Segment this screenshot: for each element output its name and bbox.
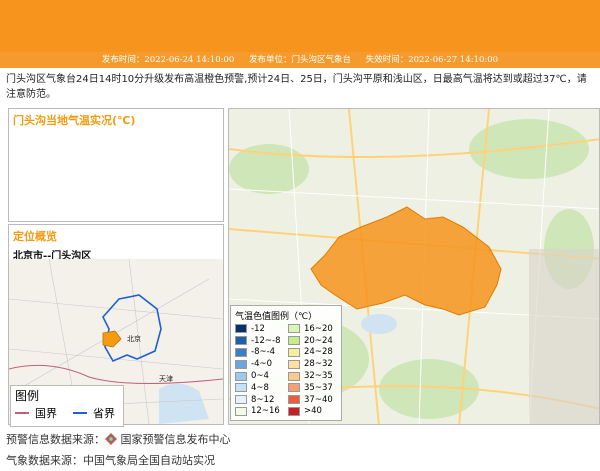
urban-area <box>529 249 599 424</box>
temperature-legend-title: 气温色值图例（℃） <box>235 312 318 322</box>
reservoir <box>361 314 397 334</box>
legend-item: -12 <box>235 323 284 335</box>
legend-swatch <box>288 347 300 357</box>
legend-item: 8~12 <box>235 394 284 406</box>
country-border-swatch <box>15 412 29 414</box>
legend-swatch <box>235 359 247 369</box>
locator-legend-title: 图例 <box>15 389 40 403</box>
legend-swatch <box>288 324 300 334</box>
legend-label: 8~12 <box>251 394 275 405</box>
legend-item: -8~-4 <box>235 347 284 359</box>
warning-source-line: 预警信息数据来源： 国家预警信息发布中心 <box>6 431 231 447</box>
legend-item: 0~4 <box>235 370 284 382</box>
location-panel-title: 定位概览 <box>13 230 57 243</box>
legend-label: 4~8 <box>251 382 269 393</box>
legend-swatch <box>288 406 300 416</box>
warning-meta-bar: 发布时间：2022-06-24 14:10:00 发布单位：门头沟区气象台 失效… <box>0 52 600 68</box>
legend-label: -8~-4 <box>251 347 276 358</box>
legend-label: 35~37 <box>304 382 333 393</box>
warning-banner <box>0 0 600 52</box>
legend-label: 16~20 <box>304 323 333 334</box>
legend-swatch <box>235 336 247 346</box>
temperature-legend-grid: -12 16~20 -12~-8 20~24 -8~-4 24~28 -4~0 28~32 0~… <box>231 323 341 417</box>
legend-item: 4~8 <box>235 382 284 394</box>
legend-swatch <box>235 371 247 381</box>
legend-swatch <box>288 336 300 346</box>
legend-item: 12~16 <box>235 406 284 418</box>
legend-label: -12~-8 <box>251 335 281 346</box>
publish-time: 发布时间：2022-06-24 14:10:00 <box>101 55 235 65</box>
legend-item: 32~35 <box>288 370 337 382</box>
locator-legend: 图例 国界 省界 <box>10 385 124 427</box>
legend-label: -12 <box>251 323 265 334</box>
warning-center-logo-icon <box>105 433 117 445</box>
legend-item: 37~40 <box>288 394 337 406</box>
legend-item: 35~37 <box>288 382 337 394</box>
legend-label: 12~16 <box>251 406 280 417</box>
warning-description: 门头沟区气象台24日14时10分升级发布高温橙色预警,预计24日、25日，门头沟… <box>6 74 587 100</box>
legend-swatch <box>235 406 247 416</box>
legend-swatch <box>235 324 247 334</box>
legend-item: -4~0 <box>235 358 284 370</box>
warning-source-org[interactable]: 国家预警信息发布中心 <box>121 433 231 446</box>
legend-item: -12~-8 <box>235 335 284 347</box>
legend-label: 37~40 <box>304 394 333 405</box>
legend-label: 20~24 <box>304 335 333 346</box>
legend-swatch <box>235 383 247 393</box>
province-border-swatch <box>73 412 87 414</box>
beijing-label: 北京 <box>127 334 141 343</box>
legend-item: 20~24 <box>288 335 337 347</box>
temperature-panel-title: 门头沟当地气温实况(℃) <box>13 114 136 127</box>
legend-swatch <box>288 395 300 405</box>
legend-swatch <box>235 395 247 405</box>
legend-swatch <box>288 359 300 369</box>
legend-label: >40 <box>304 406 322 417</box>
legend-label: 0~4 <box>251 371 269 382</box>
weather-source-line: 气象数据来源：中国气象局全国自动站实况 <box>6 454 215 467</box>
legend-item: 28~32 <box>288 358 337 370</box>
publisher: 发布单位：门头沟区气象台 <box>248 55 351 65</box>
legend-label: 24~28 <box>304 347 333 358</box>
province-border-label: 省界 <box>93 407 115 420</box>
country-border-label: 国界 <box>35 407 57 420</box>
legend-item: 16~20 <box>288 323 337 335</box>
temperature-panel: 门头沟当地气温实况(℃) <box>8 108 224 222</box>
legend-swatch <box>288 383 300 393</box>
legend-label: 28~32 <box>304 359 333 370</box>
legend-item: 24~28 <box>288 347 337 359</box>
warning-source-label: 预警信息数据来源： <box>6 433 105 446</box>
expire-time: 失效时间：2022-06-27 14:10:00 <box>365 55 499 65</box>
legend-label: -4~0 <box>251 359 273 370</box>
tianjin-label: 天津 <box>159 375 173 383</box>
legend-label: 32~35 <box>304 371 333 382</box>
legend-swatch <box>235 347 247 357</box>
legend-swatch <box>288 371 300 381</box>
temperature-legend: 气温色值图例（℃） -12 16~20 -12~-8 20~24 -8~-4 24~28-… <box>230 305 342 421</box>
legend-item: >40 <box>288 406 337 418</box>
